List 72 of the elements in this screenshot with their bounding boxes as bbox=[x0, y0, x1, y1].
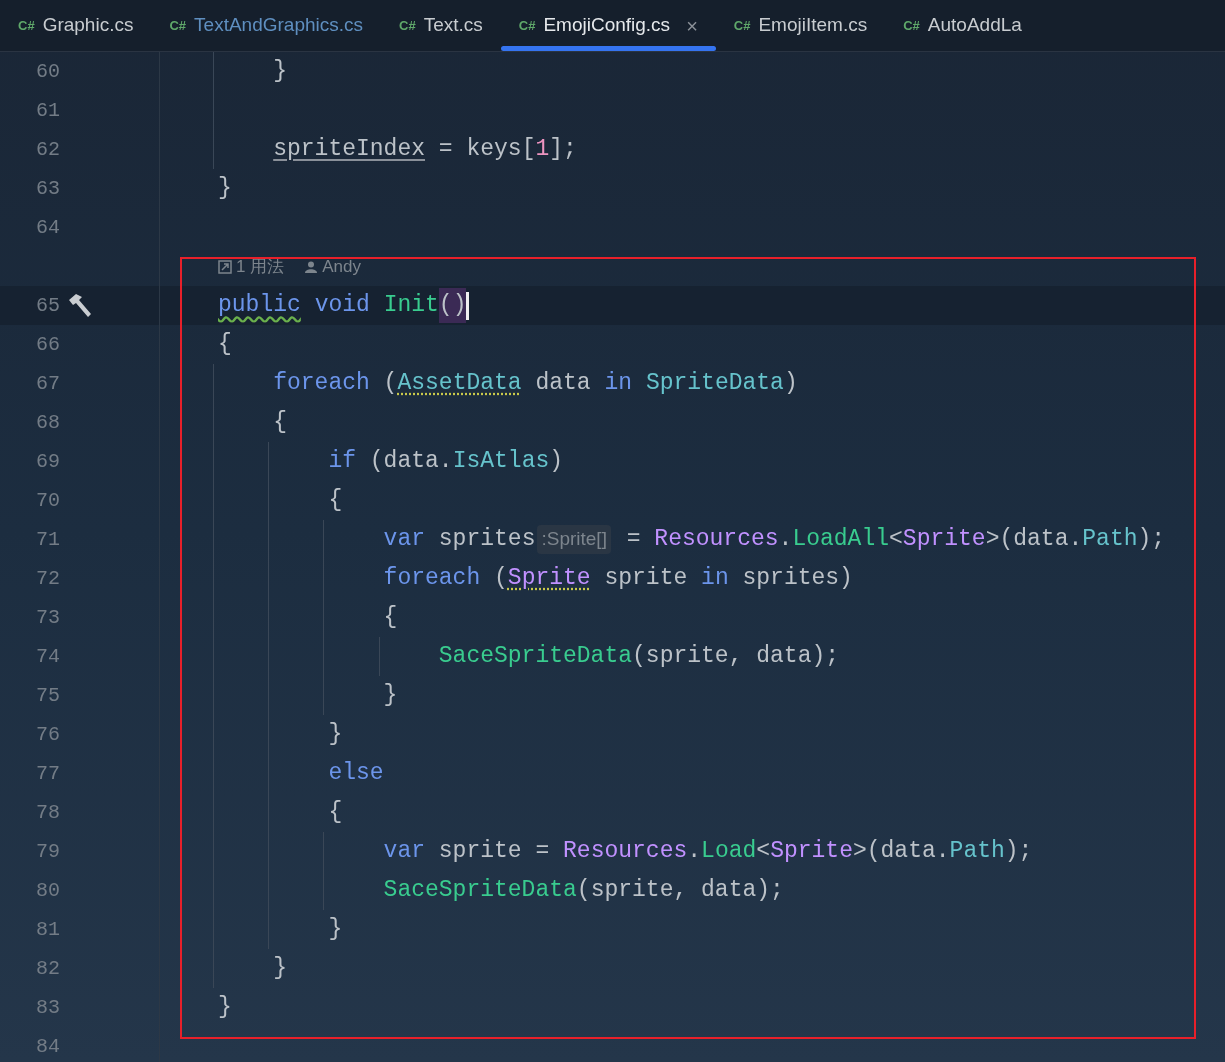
code-line: } bbox=[383, 681, 398, 711]
line-number: 76 bbox=[35, 721, 60, 748]
line-number: 75 bbox=[35, 682, 60, 709]
line-number: 83 bbox=[35, 994, 60, 1021]
line-number: 82 bbox=[35, 955, 60, 982]
author-link[interactable]: Andy bbox=[304, 253, 361, 280]
code-line: } bbox=[218, 174, 232, 204]
line-number: 77 bbox=[35, 760, 60, 787]
usages-link[interactable]: 1 用法 bbox=[218, 253, 285, 280]
line-number: 74 bbox=[35, 643, 60, 670]
code-line: } bbox=[328, 720, 343, 750]
tab-label: TextAndGraphics.cs bbox=[194, 13, 364, 38]
line-number: 61 bbox=[35, 97, 60, 124]
line-number: 69 bbox=[35, 448, 60, 475]
type-hint: :Sprite[] bbox=[537, 525, 611, 554]
tab-label: EmojiConfig.cs bbox=[543, 13, 671, 38]
code-line: SaceSpriteData(sprite, data); bbox=[383, 876, 784, 906]
file-tab[interactable]: C# EmojiItem.cs bbox=[715, 0, 886, 51]
hammer-icon[interactable] bbox=[66, 292, 94, 319]
code-line: } bbox=[273, 57, 287, 87]
code-line: { bbox=[328, 798, 343, 828]
line-number: 62 bbox=[35, 136, 60, 163]
tab-label: Graphic.cs bbox=[42, 13, 134, 38]
language-label: C# bbox=[518, 16, 536, 35]
line-number: 79 bbox=[35, 838, 60, 865]
file-tab[interactable]: C# TextAndGraphics.cs bbox=[151, 0, 382, 51]
line-number: 66 bbox=[35, 331, 60, 358]
person-icon bbox=[304, 259, 319, 274]
line-number: 60 bbox=[35, 58, 60, 85]
code-line: } bbox=[273, 954, 287, 984]
code-line: { bbox=[273, 408, 287, 438]
line-number: 80 bbox=[35, 877, 60, 904]
file-tab[interactable]: C# Text.cs bbox=[381, 0, 501, 51]
line-number: 63 bbox=[35, 175, 60, 202]
file-tab[interactable]: C# EmojiConfig.cs × bbox=[500, 0, 716, 51]
tab-label: AutoAddLa bbox=[927, 13, 1022, 38]
line-number: 81 bbox=[35, 916, 60, 943]
file-tab[interactable]: C# AutoAddLa bbox=[885, 0, 1040, 51]
line-number: 65 bbox=[35, 292, 60, 319]
code-line: { bbox=[328, 486, 343, 516]
jump-icon bbox=[218, 259, 232, 274]
language-label: C# bbox=[733, 16, 751, 35]
line-number: 64 bbox=[35, 214, 60, 241]
code-line: SaceSpriteData(sprite, data); bbox=[438, 642, 840, 672]
line-number: 68 bbox=[35, 409, 60, 436]
code-line: else bbox=[328, 759, 384, 789]
close-icon[interactable]: × bbox=[686, 10, 698, 41]
file-tab[interactable]: C# Graphic.cs bbox=[0, 0, 152, 51]
language-label: C# bbox=[903, 16, 920, 35]
code-line: var sprites :Sprite[] = Resources.LoadAll<Sprite>(data.Path); bbox=[383, 524, 1166, 556]
line-number: 84 bbox=[35, 1033, 60, 1060]
code-line: var sprite = Resources.Load<Sprite>(data.Path); bbox=[383, 837, 1033, 867]
line-number: 67 bbox=[35, 370, 60, 397]
line-number: 71 bbox=[35, 526, 60, 553]
code-line: foreach (AssetData data in SpriteData) bbox=[273, 369, 798, 399]
language-label: C# bbox=[18, 16, 35, 35]
code-line: public void Init() bbox=[218, 288, 470, 323]
code-line: } bbox=[328, 915, 343, 945]
code-line: } bbox=[218, 993, 232, 1023]
language-label: C# bbox=[399, 16, 416, 35]
line-number: 78 bbox=[35, 799, 60, 826]
code-line: foreach (Sprite sprite in sprites) bbox=[383, 564, 853, 594]
code-line: spriteIndex = keys[1]; bbox=[273, 135, 577, 165]
language-label: C# bbox=[169, 16, 187, 35]
tab-label: EmojiItem.cs bbox=[758, 13, 868, 38]
code-line: if (data.IsAtlas) bbox=[328, 447, 564, 477]
line-number: 72 bbox=[35, 565, 60, 592]
code-line: { bbox=[383, 603, 398, 633]
tab-label: Text.cs bbox=[423, 13, 483, 38]
line-number: 73 bbox=[35, 604, 60, 631]
line-number: 70 bbox=[35, 487, 60, 514]
code-line: { bbox=[218, 330, 232, 360]
